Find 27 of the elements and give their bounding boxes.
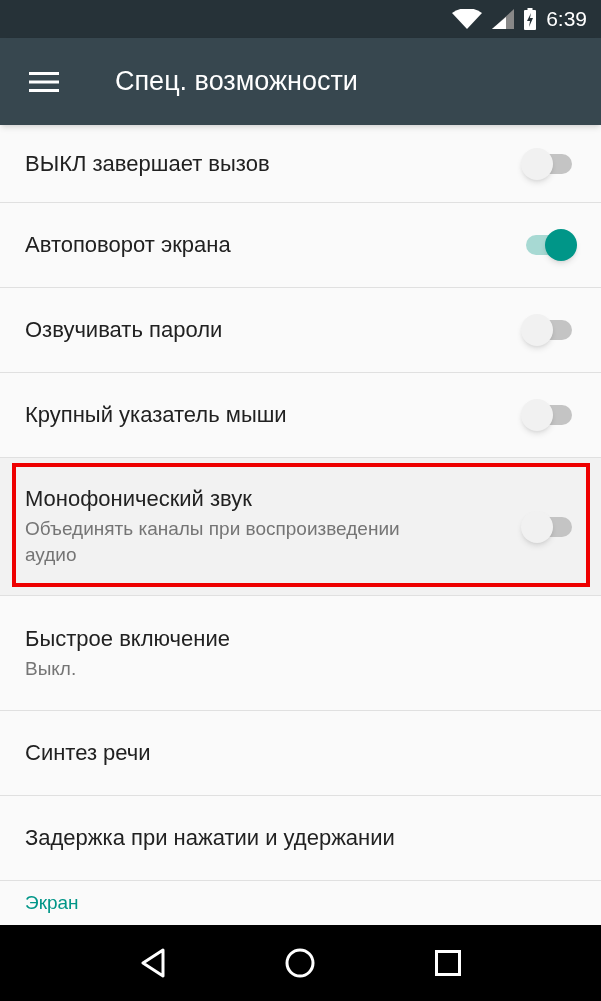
wifi-icon	[452, 9, 483, 29]
status-time: 6:39	[546, 6, 587, 33]
recents-icon[interactable]	[435, 950, 462, 976]
setting-row[interactable]: Синтез речи	[0, 711, 601, 796]
setting-summary: Выкл.	[25, 656, 78, 681]
setting-title: Крупный указатель мыши	[25, 401, 287, 429]
home-icon[interactable]	[285, 948, 316, 978]
battery-icon	[524, 8, 537, 30]
setting-title: Монофонический звук	[25, 485, 253, 513]
setting-title: Автоповорот экрана	[25, 231, 231, 259]
setting-row[interactable]: ВЫКЛ завершает вызов	[0, 125, 601, 203]
section-header: Экран	[24, 891, 80, 915]
setting-row[interactable]: Автоповорот экрана	[0, 203, 601, 288]
toolbar-title: Спец. возможности	[115, 65, 358, 99]
signal-icon	[492, 9, 515, 29]
setting-summary: Объединять каналы при воспроизведении аудио	[25, 517, 401, 567]
back-icon[interactable]	[139, 948, 166, 978]
menu-icon[interactable]	[29, 71, 59, 92]
setting-title: ВЫКЛ завершает вызов	[25, 149, 270, 178]
setting-title: Озвучивать пароли	[25, 316, 223, 344]
setting-title: Быстрое включение	[25, 624, 230, 653]
setting-title: Задержка при нажатии и удержании	[25, 824, 395, 852]
setting-row[interactable]: Быстрое включение Выкл.	[0, 596, 601, 711]
setting-row[interactable]: Монофонический звук Объединять каналы при воспроизведении аудио	[0, 458, 601, 596]
setting-title: Синтез речи	[25, 739, 151, 767]
setting-row[interactable]: Озвучивать пароли	[0, 288, 601, 373]
setting-row[interactable]: Задержка при нажатии и удержании	[0, 796, 601, 881]
